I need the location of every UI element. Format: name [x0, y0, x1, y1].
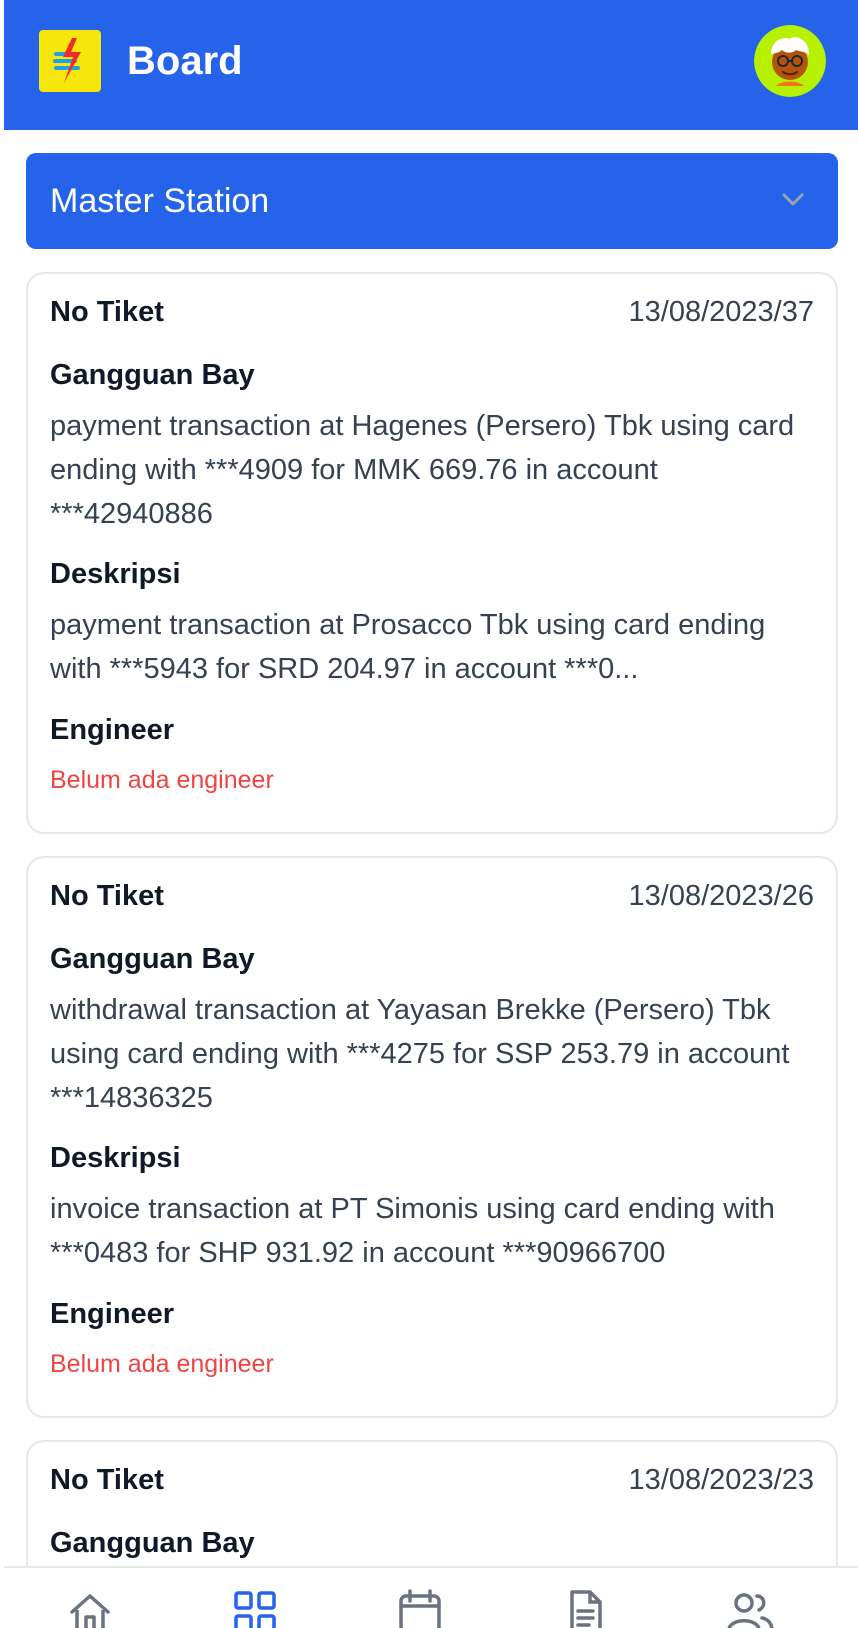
nav-board[interactable] — [229, 1586, 281, 1628]
bay-label: Gangguan Bay — [50, 359, 255, 391]
ticket-number: 13/08/2023/23 — [628, 1464, 814, 1496]
nav-home[interactable] — [64, 1586, 116, 1628]
ticket-label: No Tiket — [50, 1464, 164, 1496]
grid-icon — [234, 1591, 276, 1628]
ticket-header-row: No Tiket 13/08/2023/23 — [50, 1460, 814, 1500]
description-text: payment transaction at Prosacco Tbk usin… — [50, 609, 766, 685]
station-select[interactable]: Master Station — [26, 153, 838, 249]
bay-label: Gangguan Bay — [50, 1527, 255, 1559]
bay-label: Gangguan Bay — [50, 943, 255, 975]
user-avatar[interactable] — [754, 25, 826, 97]
engineer-label: Engineer — [50, 714, 175, 746]
top-header: Board — [4, 0, 858, 130]
nav-users[interactable] — [724, 1586, 776, 1628]
nav-calendar[interactable] — [394, 1586, 446, 1628]
bottom-navigation — [4, 1566, 858, 1628]
description-label: Deskripsi — [50, 1142, 181, 1174]
page-title: Board — [127, 39, 243, 83]
engineer-status: Belum ada engineer — [50, 1350, 274, 1378]
ticket-label: No Tiket — [50, 880, 164, 912]
description-text: invoice transaction at PT Simonis using … — [50, 1193, 775, 1269]
users-icon — [727, 1593, 774, 1628]
station-select-value: Master Station — [50, 182, 270, 220]
ticket-card[interactable]: No Tiket 13/08/2023/37 Gangguan Bay paym… — [26, 272, 838, 834]
chevron-down-icon — [776, 183, 810, 217]
lightning-logo-icon — [39, 30, 101, 92]
calendar-icon — [399, 1589, 441, 1628]
ticket-card[interactable]: No Tiket 13/08/2023/26 Gangguan Bay with… — [26, 856, 838, 1418]
description-label: Deskripsi — [50, 558, 181, 590]
bay-text: payment transaction at Hagenes (Persero)… — [50, 410, 795, 530]
ticket-number: 13/08/2023/26 — [628, 880, 814, 912]
document-icon — [570, 1590, 602, 1628]
ticket-header-row: No Tiket 13/08/2023/26 — [50, 876, 814, 916]
home-icon — [70, 1594, 110, 1628]
bay-text: withdrawal transaction at Yayasan Brekke… — [50, 994, 790, 1114]
nav-documents[interactable] — [559, 1586, 611, 1628]
engineer-status: Belum ada engineer — [50, 766, 274, 794]
ticket-header-row: No Tiket 13/08/2023/37 — [50, 292, 814, 332]
ticket-label: No Tiket — [50, 296, 164, 328]
ticket-number: 13/08/2023/37 — [628, 296, 814, 328]
app-screen: Board Master Station No Tiket 13/08/2023… — [4, 0, 858, 1628]
engineer-label: Engineer — [50, 1298, 175, 1330]
